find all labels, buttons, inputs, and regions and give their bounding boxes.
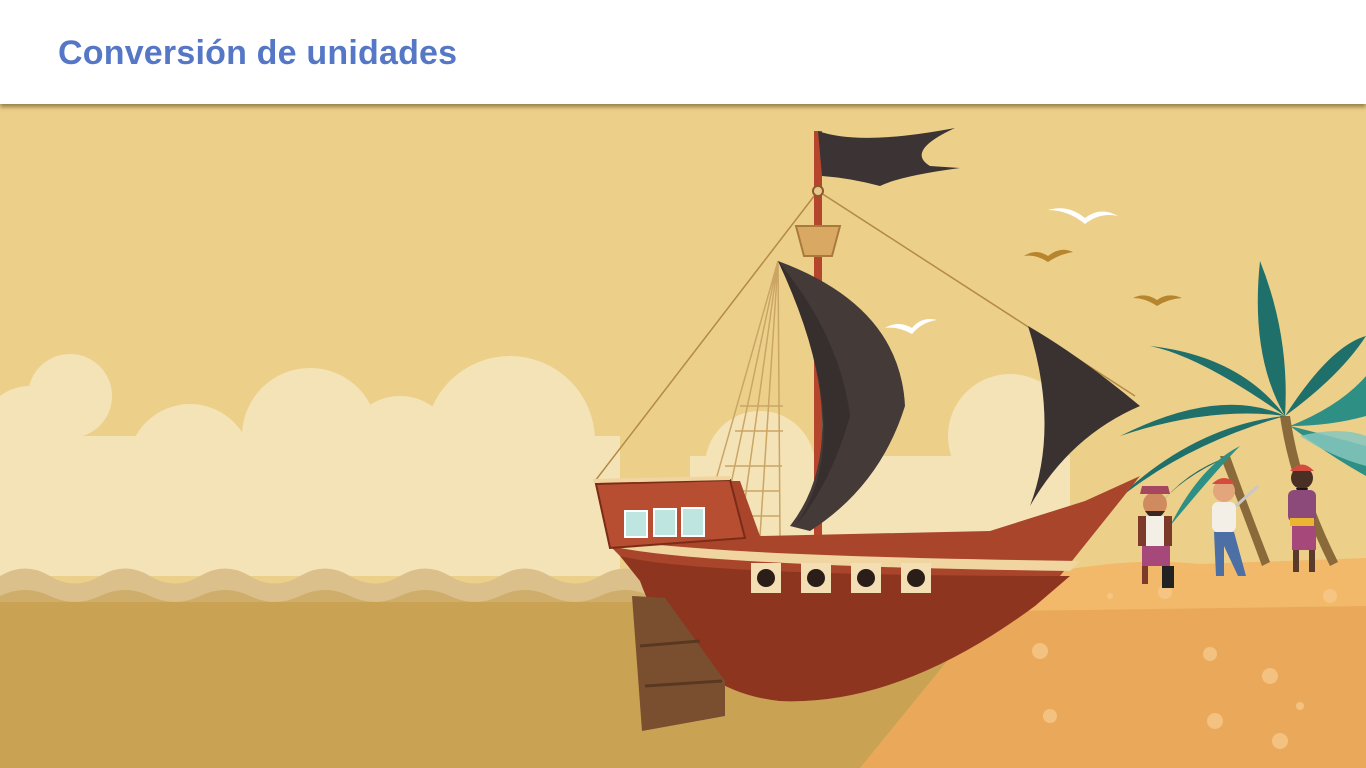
header-bar: Conversión de unidades (0, 0, 1366, 104)
page-title: Conversión de unidades (58, 34, 458, 72)
pirate-scene-illustration (0, 106, 1366, 768)
